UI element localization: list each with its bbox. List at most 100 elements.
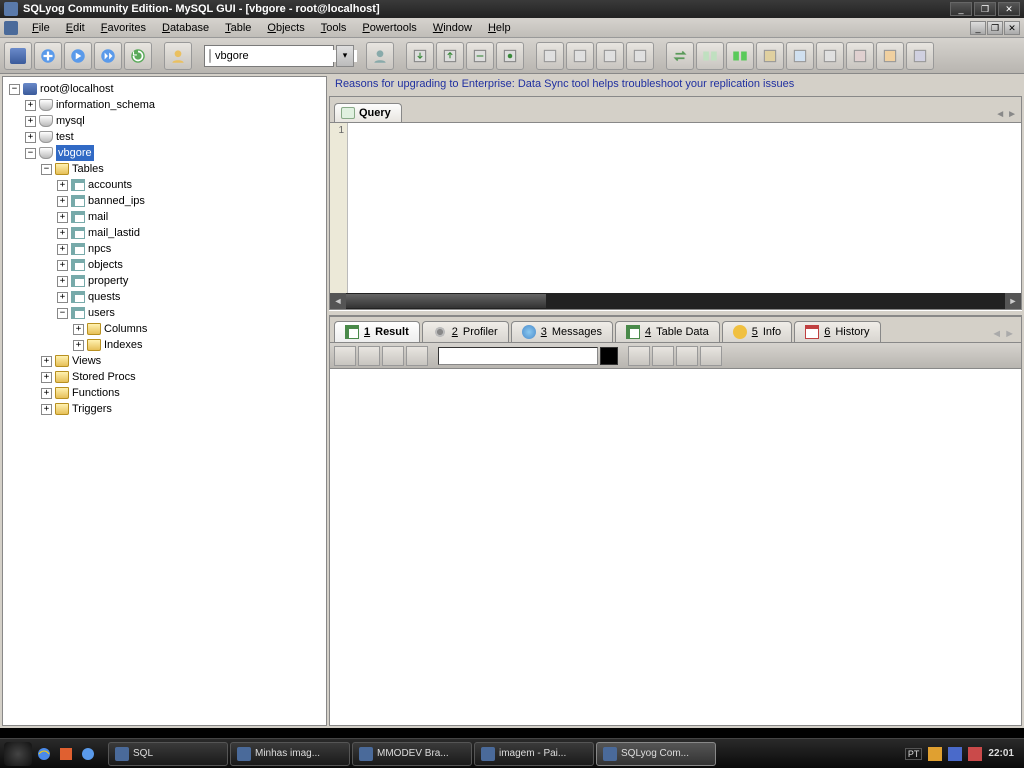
expander-icon[interactable]: + [25, 100, 36, 111]
result-color-swatch[interactable] [600, 347, 618, 365]
tool-2-button[interactable] [566, 42, 594, 70]
tab-info[interactable]: 5 Info [722, 321, 792, 342]
result-tool-3[interactable] [676, 346, 698, 366]
tool-4-button[interactable] [626, 42, 654, 70]
tab-messages[interactable]: 3 Messages [511, 321, 613, 342]
expander-icon[interactable]: + [57, 260, 68, 271]
tab-profiler[interactable]: 2 Profiler [422, 321, 509, 342]
tab-query[interactable]: Query [334, 103, 402, 122]
expander-icon[interactable]: + [25, 116, 36, 127]
scroll-left-icon[interactable]: ◄ [330, 293, 346, 309]
tree-node-objects[interactable]: +objects [55, 257, 324, 273]
tab-result[interactable]: 1 Result [334, 321, 420, 342]
refresh-button[interactable] [124, 42, 152, 70]
expander-icon[interactable]: + [57, 180, 68, 191]
sync-button[interactable] [666, 42, 694, 70]
promo-link[interactable]: Reasons for upgrading to Enterprise: Dat… [335, 78, 794, 90]
export-button[interactable] [406, 42, 434, 70]
maximize-button[interactable]: ❐ [974, 2, 996, 16]
import-button[interactable] [436, 42, 464, 70]
new-connection-button[interactable] [4, 42, 32, 70]
tree-node-mail_lastid[interactable]: +mail_lastid [55, 225, 324, 241]
result-first-button[interactable] [334, 346, 356, 366]
tree-node-information_schema[interactable]: +information_schema [23, 97, 324, 113]
mdi-restore-button[interactable]: ❐ [987, 21, 1003, 35]
tray-icon-1[interactable] [928, 747, 942, 761]
tray-icon-2[interactable] [948, 747, 962, 761]
add-button[interactable] [34, 42, 62, 70]
result-tool-1[interactable] [628, 346, 650, 366]
schema-button[interactable] [756, 42, 784, 70]
quicklaunch-icon-3[interactable] [78, 744, 98, 764]
users-button[interactable] [366, 42, 394, 70]
tool-3-button[interactable] [596, 42, 624, 70]
rtab-next-icon[interactable]: ► [1004, 328, 1015, 340]
tool-c-button[interactable] [876, 42, 904, 70]
expander-icon[interactable]: + [73, 340, 84, 351]
user-manager-button[interactable] [164, 42, 192, 70]
tool-d-button[interactable] [906, 42, 934, 70]
expander-icon[interactable]: + [57, 276, 68, 287]
tab-prev-icon[interactable]: ◄ [995, 109, 1005, 120]
expander-icon[interactable]: + [25, 132, 36, 143]
tab-table-data[interactable]: 4 Table Data [615, 321, 720, 342]
tree-node-property[interactable]: +property [55, 273, 324, 289]
tree-node-users[interactable]: −users [55, 305, 324, 321]
tree-node-root-localhost[interactable]: −root@localhost [7, 81, 324, 97]
menu-favorites[interactable]: Favorites [93, 20, 154, 36]
tree-node-quests[interactable]: +quests [55, 289, 324, 305]
tree-node-indexes[interactable]: +Indexes [71, 337, 324, 353]
scroll-thumb[interactable] [346, 294, 546, 308]
expander-icon[interactable]: − [9, 84, 20, 95]
result-grid[interactable] [329, 368, 1022, 726]
expander-icon[interactable]: + [73, 324, 84, 335]
menu-database[interactable]: Database [154, 20, 217, 36]
taskbar-item[interactable]: imagem - Pai... [474, 742, 594, 766]
quicklaunch-ie-icon[interactable] [34, 744, 54, 764]
compare-button[interactable] [696, 42, 724, 70]
menu-tools[interactable]: Tools [313, 20, 355, 36]
execute-button[interactable] [64, 42, 92, 70]
query-builder-button[interactable] [786, 42, 814, 70]
taskbar-item[interactable]: SQL [108, 742, 228, 766]
expander-icon[interactable]: + [57, 292, 68, 303]
quicklaunch-icon-2[interactable] [56, 744, 76, 764]
tree-node-mysql[interactable]: +mysql [23, 113, 324, 129]
menu-help[interactable]: Help [480, 20, 519, 36]
taskbar-item[interactable]: MMODEV Bra... [352, 742, 472, 766]
backup-button[interactable] [466, 42, 494, 70]
expander-icon[interactable]: + [41, 372, 52, 383]
mdi-close-button[interactable]: ✕ [1004, 21, 1020, 35]
expander-icon[interactable]: + [41, 388, 52, 399]
editor-hscrollbar[interactable]: ◄ ► [330, 293, 1021, 309]
taskbar-clock[interactable]: 22:01 [988, 748, 1014, 759]
database-dropdown-button[interactable] [336, 45, 354, 67]
tree-node-triggers[interactable]: +Triggers [39, 401, 324, 417]
tree-node-test[interactable]: +test [23, 129, 324, 145]
menu-objects[interactable]: Objects [259, 20, 312, 36]
result-tool-2[interactable] [652, 346, 674, 366]
expander-icon[interactable]: + [57, 244, 68, 255]
tree-node-accounts[interactable]: +accounts [55, 177, 324, 193]
expander-icon[interactable]: − [41, 164, 52, 175]
menu-file[interactable]: File [24, 20, 58, 36]
tree-node-tables[interactable]: −Tables [39, 161, 324, 177]
sql-editor[interactable]: 1 ◄ ► [329, 122, 1022, 310]
tree-node-views[interactable]: +Views [39, 353, 324, 369]
rtab-prev-icon[interactable]: ◄ [991, 328, 1002, 340]
start-button[interactable] [4, 742, 32, 766]
tab-history[interactable]: 6 History [794, 321, 880, 342]
tree-node-vbgore[interactable]: −vbgore [23, 145, 324, 161]
expander-icon[interactable]: + [41, 356, 52, 367]
tree-node-functions[interactable]: +Functions [39, 385, 324, 401]
tree-node-npcs[interactable]: +npcs [55, 241, 324, 257]
tree-node-mail[interactable]: +mail [55, 209, 324, 225]
result-prev-button[interactable] [358, 346, 380, 366]
expander-icon[interactable]: + [57, 228, 68, 239]
menu-edit[interactable]: Edit [58, 20, 93, 36]
tree-node-columns[interactable]: +Columns [71, 321, 324, 337]
expander-icon[interactable]: + [57, 196, 68, 207]
menu-powertools[interactable]: Powertools [354, 20, 424, 36]
tool-b-button[interactable] [846, 42, 874, 70]
result-filter-input[interactable] [438, 347, 598, 365]
